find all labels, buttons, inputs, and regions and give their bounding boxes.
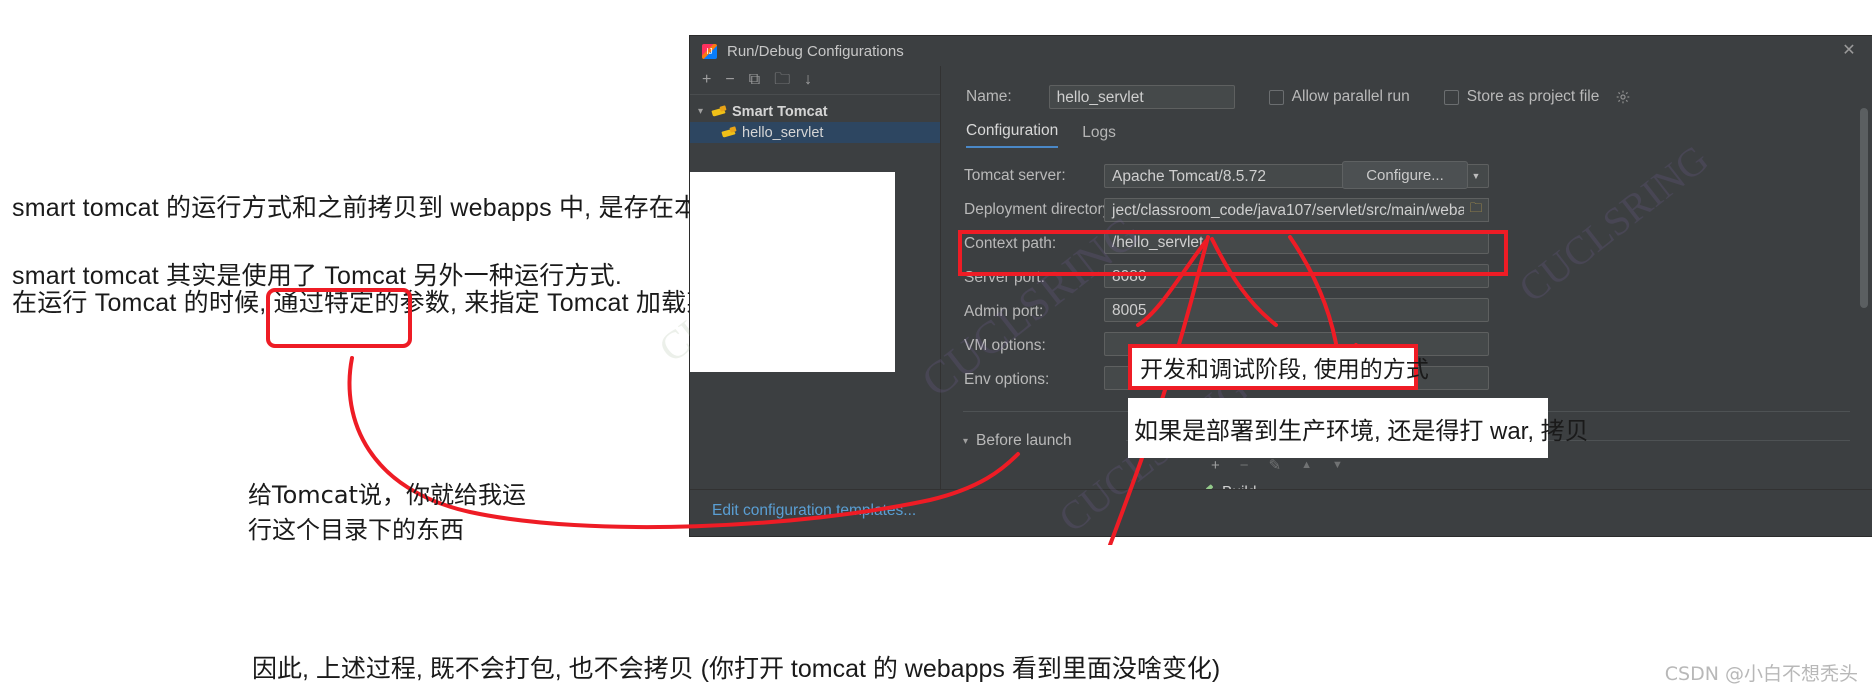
- conclusion-text: 因此, 上述过程, 既不会打包, 也不会拷贝 (你打开 tomcat 的 web…: [252, 655, 1221, 683]
- white-occlusion-panel: [690, 172, 895, 372]
- tree-item-label: hello_servlet: [742, 124, 824, 141]
- dialog-title: Run/Debug Configurations: [727, 42, 904, 60]
- sort-configurations-icon[interactable]: ↓: [804, 72, 812, 88]
- name-label: Name:: [966, 88, 1012, 105]
- row-tomcat-server: Tomcat server: Apache Tomcat/8.5.72 🗀 ▼ …: [952, 161, 1490, 191]
- allow-parallel-run-label: Allow parallel run: [1291, 88, 1410, 105]
- dialog-titlebar: Run/Debug Configurations ✕: [690, 36, 1872, 67]
- tree-group-smart-tomcat[interactable]: ▾ Smart Tomcat: [690, 101, 940, 122]
- configuration-tabs: Configuration Logs: [966, 122, 1116, 148]
- checkbox-icon[interactable]: [1443, 89, 1459, 105]
- add-configuration-icon[interactable]: +: [702, 72, 711, 88]
- note-box-development: 开发和调试阶段, 使用的方式: [1128, 344, 1429, 390]
- intellij-idea-icon: [702, 43, 717, 59]
- tree-toolbar: + − ⧉ 🗀 ↓: [690, 66, 940, 95]
- tree-item-hello-servlet[interactable]: hello_servlet: [690, 122, 940, 143]
- gear-icon[interactable]: [1616, 90, 1630, 104]
- tomcat-server-label: Tomcat server:: [964, 167, 1066, 184]
- form-scrollbar-thumb[interactable]: [1860, 108, 1868, 308]
- annotation-text-line-2: 行这个目录下的东西: [248, 516, 464, 544]
- tree-group-label: Smart Tomcat: [732, 103, 828, 120]
- checkbox-icon[interactable]: [1268, 89, 1284, 105]
- chevron-down-icon[interactable]: ▾: [698, 106, 712, 117]
- allow-parallel-run-checkbox[interactable]: Allow parallel run: [1268, 88, 1410, 106]
- tomcat-icon: [712, 105, 727, 118]
- name-input[interactable]: hello_servlet: [1048, 85, 1235, 109]
- deployment-directory-highlight-box: [958, 230, 1508, 276]
- store-as-project-file-label: Store as project file: [1466, 88, 1600, 105]
- configure-button[interactable]: Configure...: [1342, 161, 1468, 189]
- tab-configuration[interactable]: Configuration: [966, 122, 1059, 148]
- name-row: Name: hello_servlet Allow parallel run S…: [966, 84, 1860, 110]
- copy-configuration-icon[interactable]: ⧉: [749, 72, 760, 88]
- csdn-watermark: CSDN @小白不想秃头: [1664, 663, 1858, 685]
- close-icon[interactable]: ✕: [1840, 42, 1858, 60]
- save-configuration-icon[interactable]: 🗀: [774, 72, 790, 88]
- remove-configuration-icon[interactable]: −: [725, 72, 734, 88]
- article-line-1: smart tomcat 的运行方式和之前拷贝到 webapps 中, 是存在本…: [12, 194, 808, 222]
- annotation-text-line-1: 给Tomcat说，你就给我运: [248, 481, 526, 509]
- store-as-project-file-checkbox[interactable]: Store as project file: [1443, 88, 1631, 106]
- parameter-highlight-box: [266, 288, 412, 348]
- tab-logs[interactable]: Logs: [1082, 124, 1116, 148]
- note-box-production: 如果是部署到生产环境, 还是得打 war, 拷贝: [1128, 398, 1589, 458]
- tomcat-icon: [722, 126, 737, 139]
